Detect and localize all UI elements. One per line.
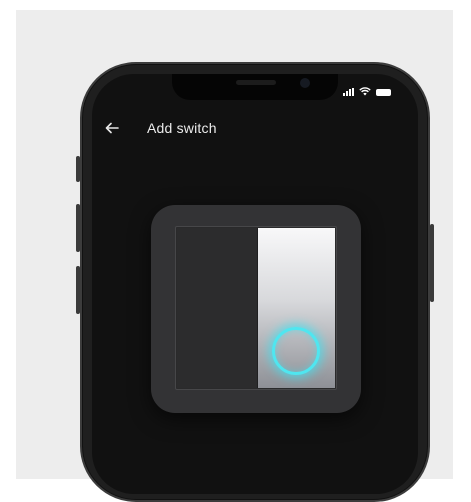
notch — [172, 74, 338, 100]
cellular-signal-icon — [343, 88, 354, 96]
touch-ring-icon[interactable] — [272, 327, 320, 375]
front-camera — [300, 78, 310, 88]
earpiece-speaker — [236, 80, 276, 85]
wifi-icon — [359, 87, 371, 96]
battery-icon — [376, 89, 391, 96]
power-button — [430, 224, 434, 302]
rocker-left-paddle — [177, 228, 258, 388]
page-title: Add switch — [147, 120, 217, 136]
status-bar — [343, 86, 391, 96]
arrow-left-icon[interactable] — [104, 121, 120, 135]
